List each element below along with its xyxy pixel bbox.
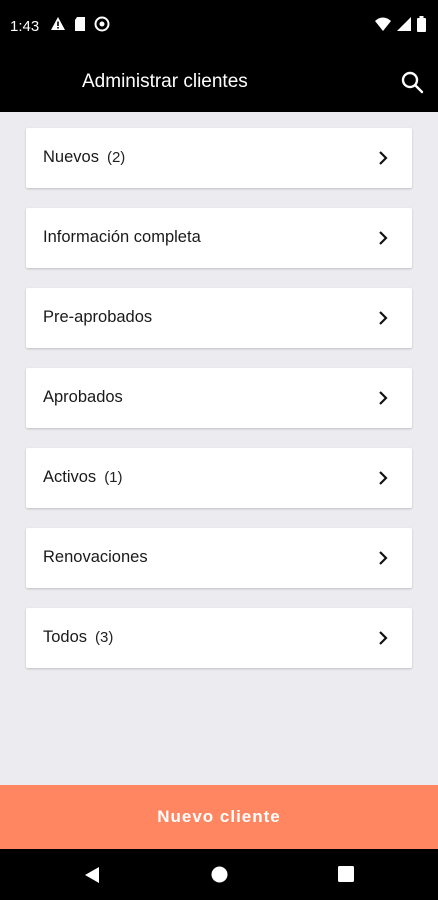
- category-item-aprobados[interactable]: Aprobados: [26, 368, 412, 428]
- category-label: Renovaciones: [43, 548, 148, 566]
- vpn-icon: [94, 16, 110, 32]
- category-label: Información completa: [43, 228, 201, 246]
- status-bar: 1:43: [0, 0, 438, 52]
- category-label: Activos (1): [43, 468, 123, 486]
- category-item-nuevos[interactable]: Nuevos (2): [26, 128, 412, 188]
- warning-icon: [51, 17, 65, 30]
- home-icon[interactable]: [211, 866, 228, 883]
- system-nav-bar: [0, 849, 438, 900]
- chevron-right-icon: [379, 151, 388, 165]
- battery-icon: [417, 16, 426, 32]
- category-label: Nuevos (2): [43, 148, 126, 166]
- page-title: Administrar clientes: [82, 71, 248, 92]
- category-count: (1): [104, 469, 123, 486]
- category-label: Aprobados: [43, 388, 123, 406]
- category-item-todos[interactable]: Todos (3): [26, 608, 412, 668]
- status-icons-right: [375, 16, 426, 32]
- client-category-list: Nuevos (2) Información completa Pre-aprob…: [26, 128, 412, 688]
- recents-icon[interactable]: [338, 866, 354, 882]
- status-time: 1:43: [10, 18, 40, 35]
- category-count: (2): [106, 149, 126, 166]
- category-item-pre-aprobados[interactable]: Pre-aprobados: [26, 288, 412, 348]
- chevron-right-icon: [379, 631, 388, 645]
- category-label: Pre-aprobados: [43, 308, 153, 326]
- signal-icon: [397, 17, 411, 31]
- chevron-right-icon: [379, 231, 388, 245]
- chevron-right-icon: [379, 311, 388, 325]
- chevron-right-icon: [379, 551, 388, 565]
- app-bar: Administrar clientes: [0, 52, 438, 112]
- wifi-icon: [375, 17, 391, 31]
- category-label: Todos (3): [43, 628, 114, 646]
- category-count: (3): [95, 629, 114, 646]
- chevron-right-icon: [379, 391, 388, 405]
- category-item-renovaciones[interactable]: Renovaciones: [26, 528, 412, 588]
- category-item-activos[interactable]: Activos (1): [26, 448, 412, 508]
- sd-card-icon: [75, 17, 85, 31]
- search-icon[interactable]: [400, 70, 424, 94]
- category-item-informacion-completa[interactable]: Información completa: [26, 208, 412, 268]
- chevron-right-icon: [379, 471, 388, 485]
- new-client-button[interactable]: Nuevo cliente: [0, 785, 438, 849]
- back-icon[interactable]: [84, 866, 100, 884]
- status-icons-left: [50, 16, 110, 32]
